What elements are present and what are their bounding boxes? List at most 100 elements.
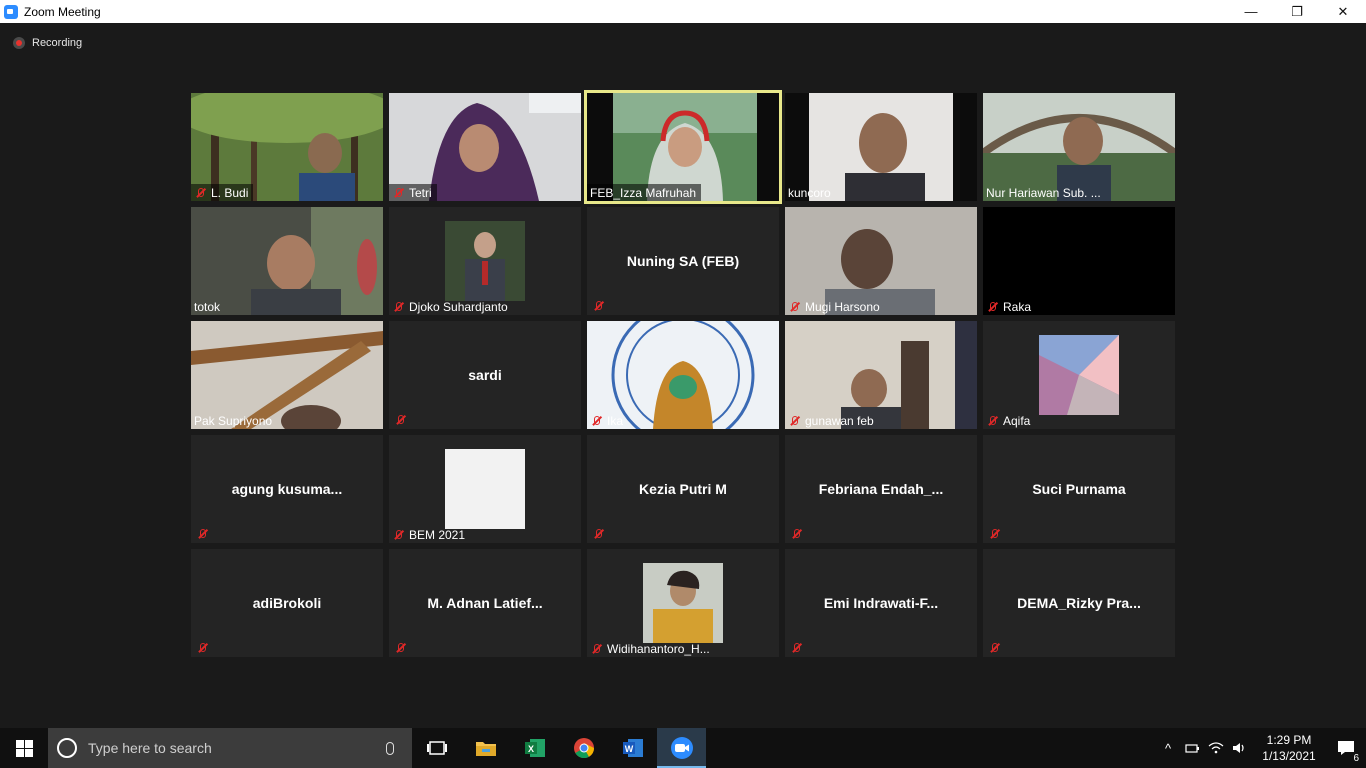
minimize-button[interactable]: — <box>1228 0 1274 23</box>
wifi-icon[interactable] <box>1204 728 1228 768</box>
svg-text:W: W <box>624 744 633 754</box>
participant-tile[interactable]: totok <box>191 207 383 315</box>
participant-name-label: FEB_Izza Mafruhah <box>587 184 702 201</box>
excel-button[interactable]: X <box>510 728 559 768</box>
participant-name-label: totok <box>194 299 221 314</box>
participant-name-label: Raka <box>983 298 1036 315</box>
muted-mic-icon <box>196 642 208 654</box>
participant-name-label: L. Budi <box>191 184 254 201</box>
muted-mic-icon <box>788 301 800 313</box>
participant-tile[interactable]: Mugi Harsono <box>785 207 977 315</box>
word-icon: W <box>622 739 643 757</box>
participant-tile[interactable]: kuncoro <box>785 93 977 201</box>
participant-tile[interactable]: adiBrokoli <box>191 549 383 657</box>
file-explorer-icon <box>475 742 496 756</box>
muted-mic-icon <box>590 415 602 427</box>
task-view-button[interactable] <box>412 728 461 768</box>
start-button[interactable] <box>0 728 48 768</box>
recording-icon <box>13 37 25 49</box>
windows-taskbar: Type here to search X W ^ 1:29 PM 1/13/2… <box>0 728 1366 768</box>
participant-tile[interactable]: gunawan feb <box>785 321 977 429</box>
task-view-icon <box>426 741 447 755</box>
search-placeholder: Type here to search <box>88 740 212 756</box>
muted-mic-icon <box>592 300 604 312</box>
show-hidden-icons-icon[interactable]: ^ <box>1156 728 1180 768</box>
participant-name-label: kuncoro <box>788 185 831 200</box>
participant-tile[interactable]: Febriana Endah_... <box>785 435 977 543</box>
participant-tile[interactable]: Suci Purnama <box>983 435 1175 543</box>
muted-mic-icon <box>392 529 404 541</box>
action-center-button[interactable]: 6 <box>1326 728 1366 768</box>
muted-mic-icon <box>196 528 208 540</box>
notification-count-badge: 6 <box>1352 753 1360 764</box>
taskbar-clock[interactable]: 1:29 PM 1/13/2021 <box>1252 732 1326 764</box>
restore-button[interactable]: ❐ <box>1274 0 1320 23</box>
word-button[interactable]: W <box>608 728 657 768</box>
participant-tile[interactable]: Aqifa <box>983 321 1175 429</box>
meeting-area: Recording L. Budi Tetri FEB_Izza Mafruha… <box>0 23 1366 728</box>
volume-icon[interactable] <box>1228 728 1252 768</box>
participant-name-label: Pak Supriyono <box>194 413 273 428</box>
cortana-icon <box>57 738 77 758</box>
muted-mic-icon <box>592 528 604 540</box>
participant-tile[interactable]: BEM 2021 <box>389 435 581 543</box>
muted-mic-icon <box>392 187 404 199</box>
participant-tile[interactable]: M. Adnan Latief... <box>389 549 581 657</box>
participant-tile[interactable]: Emi Indrawati-F... <box>785 549 977 657</box>
muted-mic-icon <box>194 187 206 199</box>
participant-display-name: Emi Indrawati-F... <box>823 595 939 611</box>
participant-tile[interactable]: agung kusuma... <box>191 435 383 543</box>
chrome-icon <box>573 738 594 759</box>
participant-tile[interactable]: Raka <box>983 207 1175 315</box>
participant-name-label: Nur Hariawan Sub. ... <box>986 185 1101 200</box>
muted-mic-icon <box>790 528 802 540</box>
participant-name-label: Mugi Harsono <box>785 298 885 315</box>
participant-tile-active-speaker[interactable]: FEB_Izza Mafruhah <box>584 90 782 204</box>
muted-mic-icon <box>788 415 800 427</box>
participant-display-name: DEMA_Rizky Pra... <box>1017 595 1141 611</box>
participant-tile[interactable]: sardi <box>389 321 581 429</box>
excel-icon: X <box>524 739 545 757</box>
muted-mic-icon <box>790 642 802 654</box>
participant-tile[interactable]: Ika <box>587 321 779 429</box>
participant-tile[interactable]: Nur Hariawan Sub. ... <box>983 93 1175 201</box>
muted-mic-icon <box>986 415 998 427</box>
participant-name-label: Tetri <box>389 184 437 201</box>
participant-display-name: M. Adnan Latief... <box>427 595 543 611</box>
window-title: Zoom Meeting <box>24 4 101 19</box>
muted-mic-icon <box>590 643 602 655</box>
taskbar-search-box[interactable]: Type here to search <box>48 728 412 768</box>
participant-tile[interactable]: Kezia Putri M <box>587 435 779 543</box>
svg-text:X: X <box>527 744 533 754</box>
participant-tile[interactable]: Nuning SA (FEB) <box>587 207 779 315</box>
zoom-button[interactable] <box>657 728 706 768</box>
muted-mic-icon <box>392 301 404 313</box>
participant-display-name: agung kusuma... <box>231 481 343 497</box>
participant-display-name: Suci Purnama <box>1032 481 1126 497</box>
participant-tile[interactable]: Widihanantoro_H... <box>587 549 779 657</box>
system-tray: ^ 1:29 PM 1/13/2021 6 <box>1156 728 1366 768</box>
participant-tile[interactable]: Tetri <box>389 93 581 201</box>
participant-display-name: Nuning SA (FEB) <box>626 253 740 269</box>
participant-display-name: sardi <box>468 367 502 383</box>
participant-name-label: BEM 2021 <box>389 526 470 543</box>
muted-mic-icon <box>986 301 998 313</box>
close-button[interactable]: ✕ <box>1320 0 1366 23</box>
zoom-icon <box>670 737 693 759</box>
windows-logo-icon <box>15 739 33 757</box>
recording-label: Recording <box>32 37 83 49</box>
file-explorer-button[interactable] <box>461 728 510 768</box>
participant-name-label: Aqifa <box>983 412 1035 429</box>
muted-mic-icon <box>988 642 1000 654</box>
participant-tile[interactable]: DEMA_Rizky Pra... <box>983 549 1175 657</box>
participant-name-label: gunawan feb <box>785 412 879 429</box>
clock-time: 1:29 PM <box>1266 733 1312 747</box>
microphone-icon[interactable] <box>368 728 412 768</box>
zoom-app-icon <box>4 4 18 19</box>
battery-icon[interactable] <box>1180 728 1204 768</box>
participant-tile[interactable]: L. Budi <box>191 93 383 201</box>
participant-tile[interactable]: Pak Supriyono <box>191 321 383 429</box>
chrome-button[interactable] <box>559 728 608 768</box>
recording-indicator[interactable]: Recording <box>13 37 82 49</box>
participant-tile[interactable]: Djoko Suhardjanto <box>389 207 581 315</box>
